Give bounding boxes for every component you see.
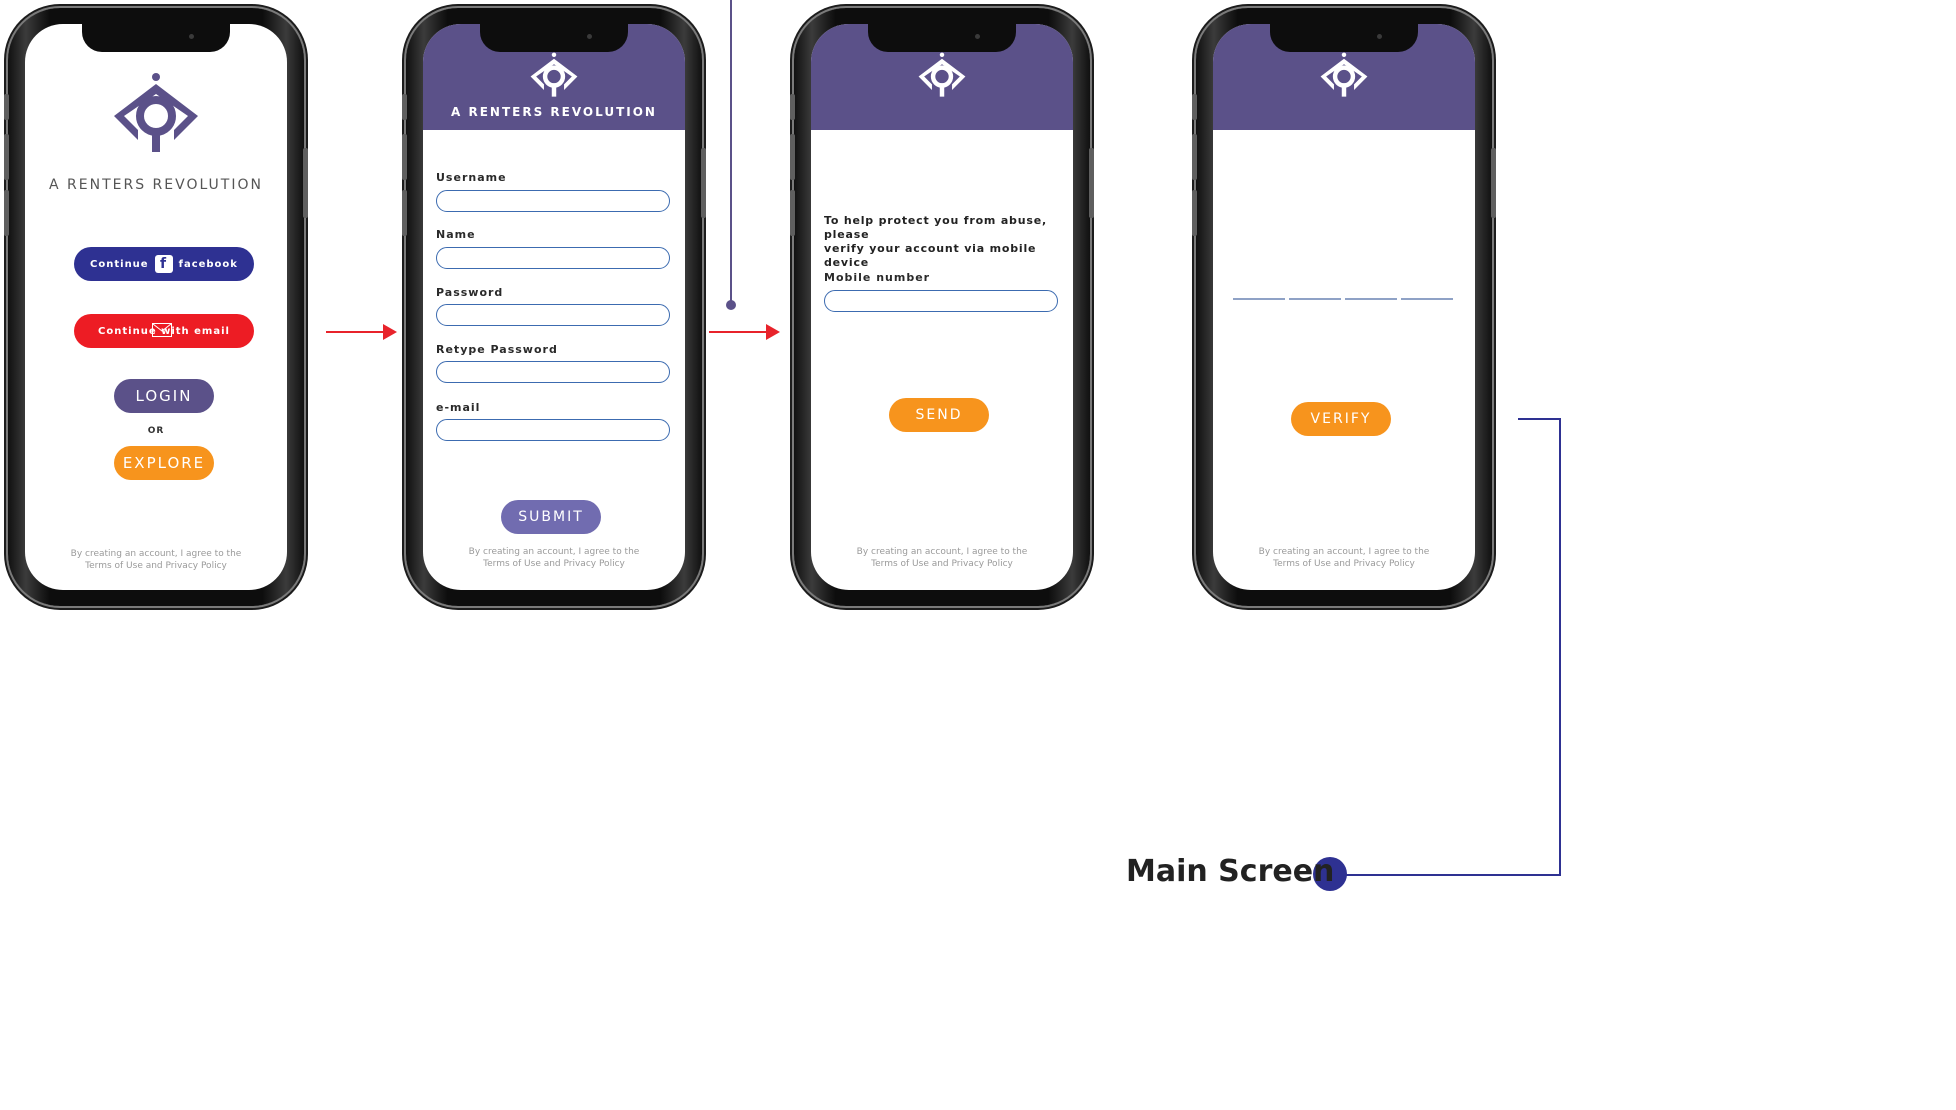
name-label: Name [436,228,476,241]
verification-info-text: To help protect you from abuse, please v… [824,214,1060,270]
phone-side-button [303,148,308,218]
phone-side-button [402,190,407,236]
code-digit-input[interactable] [1289,298,1341,300]
screen-register: A RENTERS REVOLUTION Username Name Passw… [423,24,685,590]
phone-side-button [4,134,9,180]
email-button-label: Continue with email [98,325,230,337]
facebook-icon: f [154,255,173,273]
phone-side-button [790,94,795,120]
phone-side-button [1192,94,1197,120]
terms-line: By creating an account, I agree to the [468,547,640,557]
phone-notch [480,24,628,52]
phone-side-button [4,94,9,120]
brand-tagline: A RENTERS REVOLUTION [49,177,263,193]
email-input[interactable] [436,419,670,441]
renters-revolution-logo-icon [918,52,966,97]
screen-welcome: A RENTERS REVOLUTION Continue f facebook… [25,24,287,590]
phone-welcome: A RENTERS REVOLUTION Continue f facebook… [4,8,308,606]
renters-revolution-logo-icon [1320,52,1368,97]
phone-side-button [402,134,407,180]
phone-mobile-verification: To help protect you from abuse, please v… [790,8,1094,606]
retype-password-input[interactable] [436,361,670,383]
phone-side-button [790,134,795,180]
info-line: verify your account via mobile device [824,242,1037,269]
terms-line: By creating an account, I agree to the [856,547,1028,557]
phone-side-button [1192,190,1197,236]
verify-button[interactable]: VERIFY [1291,402,1391,436]
password-label: Password [436,286,504,299]
terms-of-use-link[interactable]: Terms of Use and Privacy Policy [811,558,1073,570]
terms-of-use-link[interactable]: Terms of Use and Privacy Policy [25,560,287,572]
phone-side-button [1491,148,1496,218]
facebook-button-suffix: facebook [178,258,238,270]
phone-notch [1270,24,1418,52]
facebook-button-prefix: Continue [90,258,149,270]
terms-of-use-link[interactable]: Terms of Use and Privacy Policy [1213,558,1475,570]
login-button[interactable]: LOGIN [114,379,214,413]
right-arrow-head [383,324,397,340]
brand-tagline: A RENTERS REVOLUTION [451,105,657,119]
code-digit-input[interactable] [1401,298,1453,300]
mobile-number-label: Mobile number [824,271,931,284]
phone-notch [868,24,1016,52]
phone-register: A RENTERS REVOLUTION Username Name Passw… [402,8,706,606]
continue-with-facebook-button[interactable]: Continue f facebook [74,247,254,281]
terms-text: By creating an account, I agree to the T… [423,546,685,570]
submit-button[interactable]: SUBMIT [501,500,601,534]
name-input[interactable] [436,247,670,269]
flow-connector-line [730,0,732,302]
phone-verify-code: VERIFY By creating an account, I agree t… [1192,8,1496,606]
terms-line: By creating an account, I agree to the [70,549,242,559]
retype-password-label: Retype Password [436,343,558,356]
main-screen-label: Main Screen [1126,854,1335,889]
terms-text: By creating an account, I agree to the T… [1213,546,1475,570]
terms-line: By creating an account, I agree to the [1258,547,1430,557]
terms-text: By creating an account, I agree to the T… [25,548,287,572]
flow-connector-line [1559,418,1561,876]
flow-connector-line [1340,874,1561,876]
continue-with-email-button[interactable]: Continue with email [74,314,254,348]
right-arrow-icon [709,331,767,333]
terms-text: By creating an account, I agree to the T… [811,546,1073,570]
password-input[interactable] [436,304,670,326]
right-arrow-head [766,324,780,340]
flow-connector-dot [726,300,736,310]
phone-side-button [790,190,795,236]
username-label: Username [436,171,507,184]
renters-revolution-logo-icon [530,52,578,97]
terms-of-use-link[interactable]: Terms of Use and Privacy Policy [423,558,685,570]
code-digit-input[interactable] [1345,298,1397,300]
phone-side-button [1192,134,1197,180]
right-arrow-icon [326,331,384,333]
flow-connector-line [1518,418,1561,420]
phone-side-button [1089,148,1094,218]
renters-revolution-logo-icon [114,73,198,152]
phone-side-button [4,190,9,236]
mobile-number-input[interactable] [824,290,1058,312]
or-separator: OR [147,426,165,436]
screen-mobile-verification: To help protect you from abuse, please v… [811,24,1073,590]
username-input[interactable] [436,190,670,212]
code-digit-input[interactable] [1233,298,1285,300]
email-label: e-mail [436,401,481,414]
explore-button[interactable]: EXPLORE [114,446,214,480]
screen-verify-code: VERIFY By creating an account, I agree t… [1213,24,1475,590]
info-line: To help protect you from abuse, please [824,214,1047,241]
phone-notch [82,24,230,52]
phone-side-button [402,94,407,120]
phone-side-button [701,148,706,218]
send-button[interactable]: SEND [889,398,989,432]
